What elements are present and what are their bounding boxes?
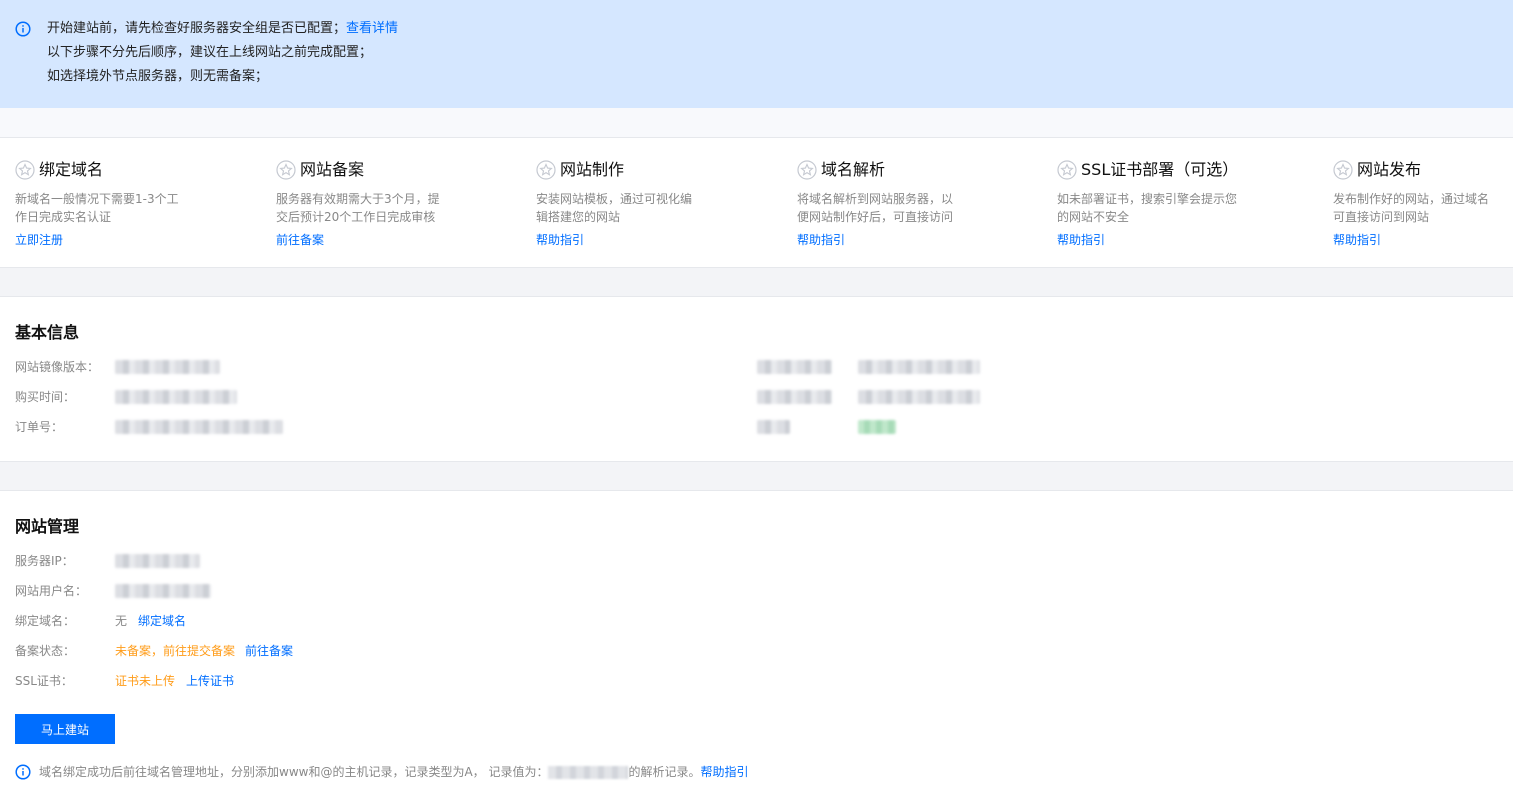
star-icon — [276, 160, 296, 180]
step-title: 网站制作 — [560, 160, 625, 179]
info-icon — [15, 764, 31, 780]
dns-tip-text: 域名绑定成功后前往域名管理地址，分别添加www和@的主机记录，记录类型为A， 记… — [39, 765, 549, 779]
bound-domain-value: 无 — [115, 614, 128, 628]
dns-tip: 域名绑定成功后前往域名管理地址，分别添加www和@的主机记录，记录类型为A， 记… — [15, 764, 749, 780]
notice-line-2: 以下步骤不分先后顺序，建议在上线网站之前完成配置； — [47, 45, 373, 60]
image-version-value-redacted — [115, 360, 220, 374]
step-title: 网站备案 — [300, 160, 365, 179]
notice-line-1-text: 开始建站前，请先检查好服务器安全组是否已配置； — [47, 21, 347, 36]
build-site-button[interactable]: 马上建站 — [15, 714, 115, 744]
redacted-label — [757, 420, 790, 434]
purchase-time-label: 购买时间： — [15, 390, 76, 404]
spacer — [0, 108, 1513, 138]
step-website-publish: 网站发布 发布制作好的网站，通过域名 可直接访问到网站 帮助指引 — [1333, 138, 1508, 269]
register-now-link[interactable]: 立即注册 — [15, 232, 63, 248]
step-title: SSL证书部署（可选） — [1081, 160, 1239, 179]
help-guide-link[interactable]: 帮助指引 — [536, 232, 584, 248]
website-management-title: 网站管理 — [15, 517, 80, 536]
redacted-value — [858, 360, 980, 374]
step-description: 新域名一般情况下需要1-3个工 作日完成实名认证 — [15, 192, 179, 224]
go-to-record-link[interactable]: 前往备案 — [276, 232, 324, 248]
notice-line-3: 如选择境外节点服务器，则无需备案； — [47, 69, 269, 84]
step-description: 服务器有效期需大于3个月，提 交后预计20个工作日完成审核 — [276, 192, 440, 224]
step-domain-resolve: 域名解析 将域名解析到网站服务器，以 便网站制作好后，可直接访问 帮助指引 — [797, 138, 1047, 269]
record-status-value: 未备案，前往提交备案 — [115, 644, 236, 658]
record-value-redacted — [548, 765, 629, 779]
step-website-record: 网站备案 服务器有效期需大于3个月，提 交后预计20个工作日完成审核 前往备案 — [276, 138, 526, 269]
username-value-redacted — [115, 584, 211, 598]
redacted-value — [858, 390, 980, 404]
step-bind-domain: 绑定域名 新域名一般情况下需要1-3个工 作日完成实名认证 立即注册 — [15, 138, 265, 269]
redacted-label — [757, 360, 832, 374]
go-to-record-link[interactable]: 前往备案 — [245, 643, 293, 659]
star-icon — [1333, 160, 1353, 180]
step-ssl-deploy: SSL证书部署（可选） 如未部署证书，搜索引擎会提示您 的网站不安全 帮助指引 — [1057, 138, 1317, 269]
step-description: 安装网站模板，通过可视化编 辑搭建您的网站 — [536, 192, 693, 224]
bind-domain-link[interactable]: 绑定域名 — [138, 613, 186, 629]
order-no-label: 订单号： — [15, 420, 64, 434]
server-ip-value-redacted — [115, 554, 200, 568]
server-ip-label: 服务器IP： — [15, 554, 74, 568]
star-icon — [15, 160, 35, 180]
upload-cert-link[interactable]: 上传证书 — [186, 673, 234, 689]
help-guide-link[interactable]: 帮助指引 — [1333, 232, 1381, 248]
notice-banner: 开始建站前，请先检查好服务器安全组是否已配置；查看详情 以下步骤不分先后顺序，建… — [0, 0, 1513, 108]
image-version-label: 网站镜像版本： — [15, 360, 100, 374]
step-description: 如未部署证书，搜索引擎会提示您 的网站不安全 — [1057, 192, 1238, 224]
setup-steps: 绑定域名 新域名一般情况下需要1-3个工 作日完成实名认证 立即注册 网站备案 服… — [0, 137, 1513, 268]
step-title: 绑定域名 — [39, 160, 104, 179]
step-description: 将域名解析到网站服务器，以 便网站制作好后，可直接访问 — [797, 192, 954, 224]
star-icon — [797, 160, 817, 180]
order-no-value-redacted — [115, 420, 283, 434]
help-guide-link[interactable]: 帮助指引 — [797, 232, 845, 248]
basic-info-card: 基本信息 网站镜像版本： 购买时间： 订单号： — [0, 296, 1513, 462]
step-description: 发布制作好的网站，通过域名 可直接访问到网站 — [1333, 192, 1490, 224]
step-title: 网站发布 — [1357, 160, 1422, 179]
help-guide-link[interactable]: 帮助指引 — [1057, 232, 1105, 248]
ssl-cert-label: SSL证书： — [15, 674, 73, 688]
bound-domain-label: 绑定域名： — [15, 614, 76, 628]
step-website-build: 网站制作 安装网站模板，通过可视化编 辑搭建您的网站 帮助指引 — [536, 138, 786, 269]
ssl-cert-status: 证书未上传 — [115, 674, 176, 688]
star-icon — [1057, 160, 1077, 180]
redacted-label — [757, 390, 832, 404]
help-guide-link[interactable]: 帮助指引 — [701, 764, 749, 780]
view-details-link[interactable]: 查看详情 — [346, 21, 398, 36]
basic-info-title: 基本信息 — [15, 323, 80, 342]
redacted-status — [858, 420, 896, 434]
purchase-time-value-redacted — [115, 390, 237, 404]
username-label: 网站用户名： — [15, 584, 88, 598]
record-status-label: 备案状态： — [15, 644, 76, 658]
dns-tip-after: 的解析记录。 — [628, 765, 701, 779]
info-icon — [15, 21, 31, 37]
notice-line-1: 开始建站前，请先检查好服务器安全组是否已配置；查看详情 — [47, 21, 398, 37]
star-icon — [536, 160, 556, 180]
website-management-card: 网站管理 服务器IP： 网站用户名： 绑定域名： 无 绑定域名 备案状态： 未备… — [0, 490, 1513, 794]
step-title: 域名解析 — [821, 160, 886, 179]
